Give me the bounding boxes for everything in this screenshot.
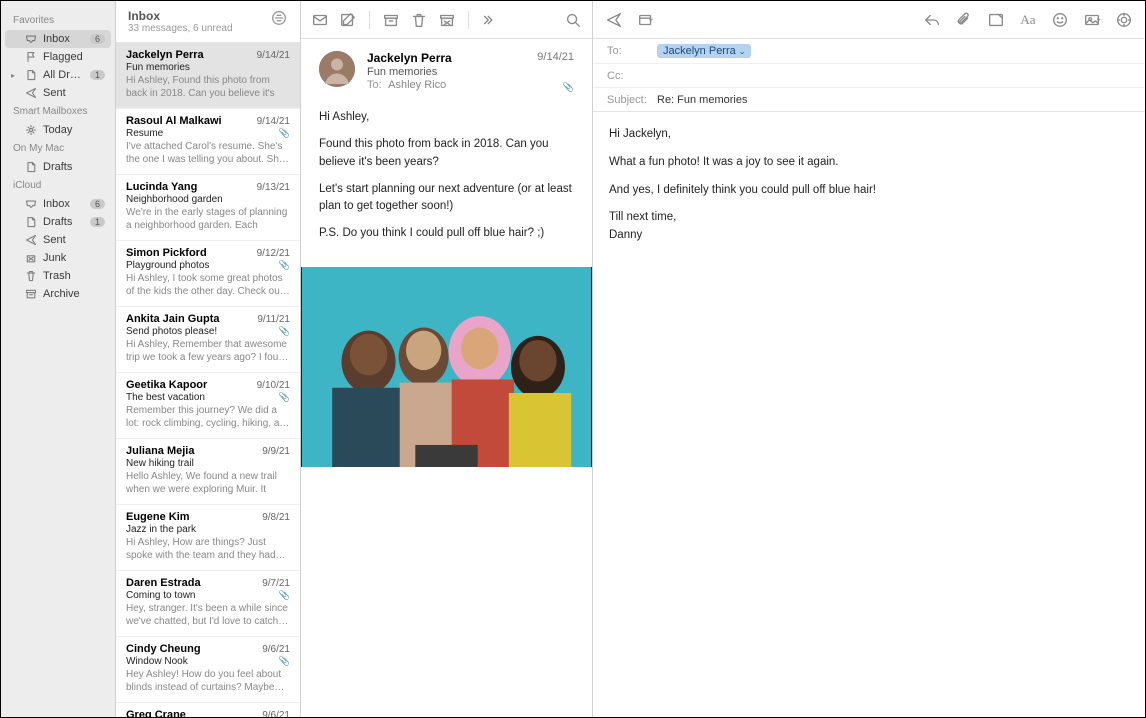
inbox-title: Inbox [128,9,233,23]
attachment-icon: 📎 [279,392,290,403]
count-badge: 6 [90,199,105,209]
photo-icon[interactable] [1083,11,1101,29]
message-list-pane: Inbox 33 messages, 6 unread Jackelyn Per… [116,1,301,717]
doc-icon [25,216,37,228]
sidebar-item-archive[interactable]: Archive [1,285,115,303]
compose-pane: Aa To: Jackelyn Perra ⌄ Cc: Subject: Re:… [593,1,1145,717]
sent-icon [25,234,37,246]
attach-icon[interactable] [955,11,973,29]
sidebar-item-sent[interactable]: Sent [1,231,115,249]
doc-icon [25,69,37,81]
message-row[interactable]: Eugene Kim9/8/21Jazz in the parkHi Ashle… [116,505,300,571]
sidebar-item-flagged[interactable]: Flagged [1,48,115,66]
message-row[interactable]: Cindy Cheung9/6/21Window Nook📎Hey Ashley… [116,637,300,703]
junk-icon [25,252,37,264]
sidebar-item-all-drafts[interactable]: ▸All Drafts1 [1,66,115,84]
message-row[interactable]: Simon Pickford9/12/21Playground photos📎H… [116,241,300,307]
reader-from: Jackelyn Perra [367,51,525,65]
sidebar: FavoritesInbox6Flagged▸All Drafts1SentSm… [1,1,116,717]
reader-header: Jackelyn Perra Fun memories To: Ashley R… [301,39,592,103]
envelope-icon[interactable] [311,11,329,29]
attachment-icon: 📎 [279,590,290,601]
message-row[interactable]: Lucinda Yang9/13/21Neighborhood gardenWe… [116,175,300,241]
sidebar-item-drafts[interactable]: Drafts [1,158,115,176]
more-icon[interactable] [481,11,499,29]
gear-icon [25,124,37,136]
archive-icon [25,288,37,300]
compose-toolbar: Aa [593,1,1145,39]
attachment-icon: 📎 [563,82,574,92]
sidebar-section-header: Favorites [1,11,115,30]
format-box-icon[interactable] [987,11,1005,29]
reply-icon[interactable] [923,11,941,29]
trash-icon[interactable] [410,11,428,29]
inbox-subtitle: 33 messages, 6 unread [128,23,233,34]
compose-fields: To: Jackelyn Perra ⌄ Cc: Subject: Re: Fu… [593,39,1145,112]
sidebar-section-header: On My Mac [1,139,115,158]
message-list[interactable]: Jackelyn Perra9/14/21Fun memoriesHi Ashl… [116,43,300,717]
compose-cc-row[interactable]: Cc: [593,63,1145,87]
search-icon[interactable] [564,11,582,29]
compose-icon[interactable] [339,11,357,29]
reader-subject: Fun memories [367,66,525,78]
chevron-down-icon[interactable]: ⌄ [739,47,746,56]
sidebar-item-today[interactable]: Today [1,121,115,139]
message-row[interactable]: Greg Crane9/6/21New ways to take your ph… [116,703,300,717]
message-row[interactable]: Jackelyn Perra9/14/21Fun memoriesHi Ashl… [116,43,300,109]
attachment-icon: 📎 [279,260,290,271]
disclosure-icon[interactable]: ▸ [11,71,19,80]
count-badge: 1 [90,70,105,80]
message-row[interactable]: Geetika Kapoor9/10/21The best vacation📎R… [116,373,300,439]
message-row[interactable]: Juliana Mejia9/9/21New hiking trailHello… [116,439,300,505]
inbox-icon [25,198,37,210]
sidebar-item-drafts[interactable]: Drafts1 [1,213,115,231]
avatar [319,51,355,87]
compose-subject-row[interactable]: Subject: Re: Fun memories [593,87,1145,111]
compose-body[interactable]: Hi Jackelyn,What a fun photo! It was a j… [593,112,1145,259]
count-badge: 6 [90,34,105,44]
filter-icon[interactable] [270,9,288,27]
sidebar-item-junk[interactable]: Junk [1,249,115,267]
message-reader-pane: Jackelyn Perra Fun memories To: Ashley R… [301,1,593,717]
sidebar-item-trash[interactable]: Trash [1,267,115,285]
reader-to: To: Ashley Rico [367,79,525,91]
sidebar-section-header: iCloud [1,176,115,195]
count-badge: 1 [90,217,105,227]
sidebar-section-header: Smart Mailboxes [1,102,115,121]
sidebar-item-sent[interactable]: Sent [1,84,115,102]
reader-toolbar [301,1,592,39]
message-list-header: Inbox 33 messages, 6 unread [116,1,300,43]
reader-date: 9/14/21 [537,51,574,63]
recipient-pill[interactable]: Jackelyn Perra ⌄ [657,44,751,58]
send-icon[interactable] [605,11,623,29]
attachment-icon: 📎 [279,656,290,667]
inbox-icon [25,33,37,45]
message-row[interactable]: Daren Estrada9/7/21Coming to town📎Hey, s… [116,571,300,637]
sidebar-item-inbox[interactable]: Inbox6 [1,195,115,213]
compose-to-row[interactable]: To: Jackelyn Perra ⌄ [593,39,1145,63]
junk-icon[interactable] [438,11,456,29]
attachment-icon: 📎 [279,128,290,139]
font-icon[interactable]: Aa [1019,11,1037,29]
sidebar-item-inbox[interactable]: Inbox6 [5,30,111,48]
flag-icon [25,51,37,63]
header-options-icon[interactable] [637,11,655,29]
doc-icon [25,161,37,173]
trash-icon [25,270,37,282]
message-row[interactable]: Ankita Jain Gupta9/11/21Send photos plea… [116,307,300,373]
reader-body: Hi Ashley,Found this photo from back in … [301,103,592,267]
emoji-icon[interactable] [1051,11,1069,29]
attached-photo[interactable] [301,267,592,467]
link-icon[interactable] [1115,11,1133,29]
message-row[interactable]: Rasoul Al Malkawi9/14/21Resume📎I've atta… [116,109,300,175]
attachment-icon: 📎 [279,326,290,337]
archive-icon[interactable] [382,11,400,29]
sent-icon [25,87,37,99]
